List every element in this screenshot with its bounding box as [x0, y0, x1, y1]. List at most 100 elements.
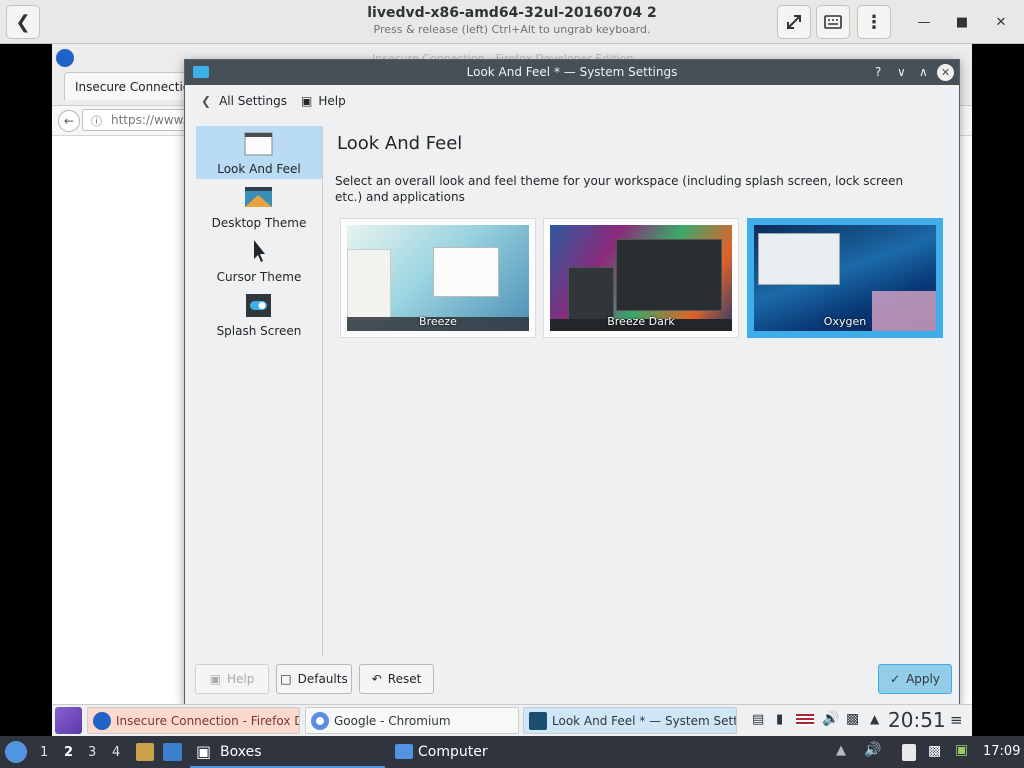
battery-icon[interactable]: ▣: [955, 742, 968, 758]
help-question-icon[interactable]: ?: [875, 65, 881, 79]
defaults-button-label: Defaults: [297, 672, 348, 686]
settings-sidebar: Look And Feel Desktop Theme Cursor Theme…: [196, 126, 322, 656]
theme-label: Breeze Dark: [607, 315, 675, 328]
firefox-back-button[interactable]: ←: [58, 110, 80, 132]
firefox-logo-icon: [56, 49, 74, 67]
panel-clock[interactable]: 20:51: [888, 708, 946, 732]
clipboard-icon[interactable]: ▤: [752, 712, 764, 727]
help-lifebuoy-icon: ▣: [209, 672, 221, 686]
reset-button[interactable]: ↶ Reset: [359, 664, 434, 694]
host-task-boxes[interactable]: ▣ Boxes: [190, 736, 385, 768]
settings-app-icon: [529, 712, 547, 730]
plasma-panel: Insecure Connection - Firefox De Google …: [52, 704, 972, 736]
vm-title: livedvd-x86-amd64-32ul-20160704 2: [367, 5, 657, 21]
window-icon[interactable]: [163, 743, 182, 761]
vm-display[interactable]: Insecure Connection - Firefox Developer …: [52, 44, 972, 736]
apply-button[interactable]: ✓ Apply: [878, 664, 952, 694]
sidebar-item-label: Desktop Theme: [211, 216, 307, 230]
workspace-2[interactable]: 2: [64, 745, 73, 760]
sidebar-item-label: Splash Screen: [216, 324, 302, 338]
toolbar-help-button[interactable]: ▣ Help: [301, 94, 346, 108]
close-button[interactable]: ✕: [987, 8, 1015, 36]
host-clock[interactable]: 17:09: [983, 744, 1020, 759]
fullscreen-icon: [787, 15, 801, 29]
panel-menu-icon[interactable]: ≡: [950, 711, 963, 729]
undo-icon: ↶: [371, 672, 382, 686]
arrow-left-icon: ←: [63, 114, 75, 128]
all-settings-label: All Settings: [219, 94, 287, 108]
minimize-icon: —: [917, 14, 931, 30]
help-button[interactable]: ▣ Help: [195, 664, 269, 694]
sidebar-divider: [322, 126, 323, 656]
tray-expand-icon[interactable]: ▲: [870, 712, 879, 726]
notification-icon[interactable]: ▲: [836, 743, 846, 758]
close-icon: ✕: [995, 14, 1007, 30]
toolbar-help-label: Help: [318, 94, 346, 108]
sidebar-item-cursor-theme[interactable]: Cursor Theme: [196, 234, 322, 287]
sidebar-item-desktop-theme[interactable]: Desktop Theme: [196, 180, 322, 233]
vertical-dots-icon: ⋮: [865, 11, 883, 33]
menu-button[interactable]: ⋮: [857, 5, 891, 39]
volume-icon[interactable]: 🔊: [864, 742, 881, 758]
workspace-4[interactable]: 4: [112, 745, 120, 760]
theme-card-breeze[interactable]: Breeze: [340, 218, 536, 338]
clipboard-icon[interactable]: [902, 744, 916, 761]
usb-icon[interactable]: ▮: [776, 712, 783, 727]
desktop-theme-icon: [245, 187, 272, 207]
maximize-button[interactable]: ■: [948, 8, 976, 36]
theme-label: Oxygen: [823, 315, 867, 328]
page-title: Look And Feel: [337, 133, 463, 154]
maximize-chevron-icon[interactable]: ∧: [919, 65, 928, 79]
info-icon: ⓘ: [91, 115, 102, 128]
settings-app-icon: [193, 66, 209, 78]
settings-close-button[interactable]: ✕: [937, 64, 954, 81]
folder-icon: [395, 744, 413, 759]
host-task-label: Boxes: [220, 744, 262, 760]
help-button-label: Help: [226, 672, 255, 686]
back-button[interactable]: ❮: [6, 5, 40, 39]
cursor-icon: [254, 240, 265, 262]
defaults-icon: □: [280, 672, 292, 686]
settings-window-title: Look And Feel * — System Settings: [466, 65, 678, 79]
fullscreen-button[interactable]: [777, 5, 811, 39]
display-icon[interactable]: ▩: [928, 743, 941, 759]
sidebar-item-label: Cursor Theme: [216, 270, 302, 284]
task-system-settings[interactable]: Look And Feel * — System Settin: [523, 707, 737, 734]
task-label: Look And Feel * — System Settin: [552, 714, 737, 728]
keyboard-icon: [824, 15, 842, 29]
minimize-chevron-icon[interactable]: ∨: [897, 65, 906, 79]
page-description: Select an overall look and feel theme fo…: [335, 174, 904, 204]
app-launcher-icon[interactable]: [55, 707, 82, 734]
host-panel: 1 2 3 4 ▣ Boxes Computer ▲ 🔊 ▩ ▣ 17:09: [0, 736, 1024, 768]
workspace-1[interactable]: 1: [40, 745, 48, 760]
keyboard-button[interactable]: [816, 5, 850, 39]
host-task-label: Computer: [418, 744, 488, 760]
checkmark-icon: ✓: [890, 672, 901, 686]
window-icon: [244, 132, 273, 156]
theme-card-breeze-dark[interactable]: Breeze Dark: [543, 218, 739, 338]
defaults-button[interactable]: □ Defaults: [276, 664, 352, 694]
settings-toolbar: ❮ All Settings ▣ Help: [185, 85, 959, 121]
task-label: Google - Chromium: [334, 714, 451, 728]
file-manager-icon[interactable]: [136, 743, 154, 761]
volume-icon[interactable]: 🔊: [822, 711, 839, 727]
host-task-computer[interactable]: Computer: [392, 736, 552, 768]
theme-card-oxygen[interactable]: Oxygen: [747, 218, 943, 338]
firefox-url-text: https://www.: [111, 113, 187, 127]
apply-button-label: Apply: [906, 672, 940, 686]
boxes-headerbar: ❮ livedvd-x86-amd64-32ul-20160704 2 Pres…: [0, 0, 1024, 44]
system-settings-window: Look And Feel * — System Settings ? ∨ ∧ …: [184, 59, 960, 709]
help-lifebuoy-icon: ▣: [301, 94, 313, 108]
sidebar-item-look-and-feel[interactable]: Look And Feel: [196, 126, 322, 179]
network-icon[interactable]: ▩: [846, 711, 859, 727]
workspace-3[interactable]: 3: [88, 745, 96, 760]
all-settings-button[interactable]: ❮ All Settings: [201, 94, 287, 108]
us-flag-icon[interactable]: [796, 714, 814, 726]
sidebar-item-splash-screen[interactable]: Splash Screen: [196, 288, 322, 341]
minimize-button[interactable]: —: [910, 8, 938, 36]
reset-button-label: Reset: [387, 672, 422, 686]
task-chromium[interactable]: Google - Chromium: [305, 707, 519, 734]
chevron-left-icon: ❮: [201, 94, 212, 108]
task-firefox[interactable]: Insecure Connection - Firefox De: [87, 707, 300, 734]
host-menu-icon[interactable]: [5, 741, 27, 763]
